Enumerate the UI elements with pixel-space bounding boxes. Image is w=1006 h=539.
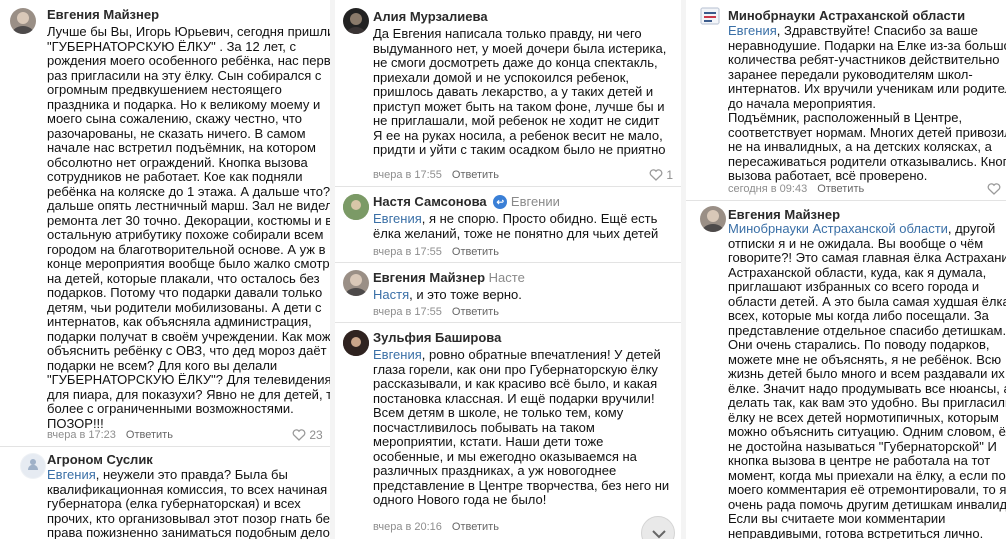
reply-button[interactable]: Ответить [817, 183, 864, 195]
comment-meta: вчера в 17:23 Ответить [47, 429, 173, 441]
avatar[interactable] [343, 8, 369, 34]
comment-meta: вчера в 17:55 Ответить [373, 246, 499, 258]
comment-column-3: Минобрнауки Астраханской области Евгения… [686, 0, 1006, 539]
comment-author: Настя Самсонова ↩ Евгении [373, 194, 560, 209]
avatar[interactable] [343, 270, 369, 296]
comment-time[interactable]: вчера в 20:16 [373, 521, 442, 533]
avatar[interactable] [343, 194, 369, 220]
comment-text: Минобрнауки Астраханской области, другой… [728, 221, 1006, 539]
comment-author[interactable]: Алия Мурзалиева [373, 9, 488, 24]
heart-icon [292, 429, 306, 441]
comment-time[interactable]: вчера в 17:23 [47, 429, 116, 441]
comment-column-1: Евгения Майзнер Лучше бы Вы, Игорь Юрьев… [0, 0, 330, 539]
reply-button[interactable]: Ответить [126, 429, 173, 441]
comment-meta: вчера в 20:16 Ответить [373, 521, 499, 533]
comment-time[interactable]: сегодня в 09:43 [728, 183, 807, 195]
reply-button[interactable]: Ответить [452, 521, 499, 533]
reply-button[interactable]: Ответить [452, 169, 499, 181]
avatar[interactable] [700, 206, 726, 232]
comment-text: Евгения, Здравствуйте! Спасибо за ваше н… [728, 23, 1006, 183]
reply-button[interactable]: Ответить [452, 306, 499, 318]
chevron-down-icon [652, 530, 666, 539]
comment-meta: вчера в 17:55 Ответить [373, 306, 499, 318]
comment-time[interactable]: вчера в 17:55 [373, 169, 442, 181]
divider [335, 322, 681, 323]
comment-meta: сегодня в 09:43 Ответить [728, 183, 864, 195]
like-count: 23 [309, 428, 323, 442]
comment-text: Настя, и это тоже верно. [373, 287, 522, 302]
comment-text: Евгения, я не спорю. Просто обидно. Ещё … [373, 211, 659, 241]
comment-author[interactable]: Зульфия Баширова [373, 330, 501, 345]
like-button[interactable]: 23 [292, 428, 323, 442]
mention-link[interactable]: Минобрнауки Астраханской области [728, 221, 948, 236]
divider [335, 262, 681, 263]
mention-link[interactable]: Евгения [373, 347, 422, 362]
reply-arrow-icon: ↩ [493, 195, 508, 209]
mention-link[interactable]: Евгения [728, 23, 777, 38]
comment-text: Евгения, ровно обратные впечатления! У д… [373, 347, 670, 507]
mention-link[interactable]: Настя [373, 287, 409, 302]
like-button[interactable] [987, 182, 1001, 196]
reply-button[interactable]: Ответить [452, 246, 499, 258]
comment-text: Лучше бы Вы, Игорь Юрьевич, сегодня приш… [47, 24, 330, 431]
comment-author[interactable]: Минобрнауки Астраханской области [728, 8, 965, 23]
divider [686, 200, 1006, 201]
comment-author[interactable]: Евгения Майзнер [728, 207, 840, 222]
heart-icon [987, 183, 1001, 195]
comment-column-2: Алия Мурзалиева Да Евгения написала толь… [335, 0, 681, 539]
comment-text: Евгения, неужели это правда? Была бы ква… [47, 467, 330, 539]
like-count: 1 [666, 168, 674, 182]
scroll-down-button[interactable] [641, 516, 675, 539]
divider [0, 446, 330, 447]
avatar[interactable] [343, 330, 369, 356]
ministry-logo-icon[interactable] [700, 7, 720, 25]
avatar[interactable] [10, 8, 36, 34]
reply-to-name[interactable]: Евгении [511, 194, 560, 209]
like-button[interactable]: 1 [649, 168, 673, 182]
heart-icon [649, 169, 663, 181]
comment-author: Евгения Майзнер Насте [373, 270, 525, 285]
avatar[interactable] [20, 453, 46, 479]
mention-link[interactable]: Евгения [47, 467, 96, 482]
comment-time[interactable]: вчера в 17:55 [373, 246, 442, 258]
comment-text: Да Евгения написала только правду, ни че… [373, 26, 667, 157]
reply-to-name[interactable]: Насте [489, 270, 525, 285]
comment-time[interactable]: вчера в 17:55 [373, 306, 442, 318]
comment-author[interactable]: Евгения Майзнер [47, 7, 159, 22]
comment-meta: вчера в 17:55 Ответить [373, 169, 499, 181]
mention-link[interactable]: Евгения [373, 211, 422, 226]
comment-author[interactable]: Агроном Суслик [47, 452, 153, 467]
divider [335, 186, 681, 187]
